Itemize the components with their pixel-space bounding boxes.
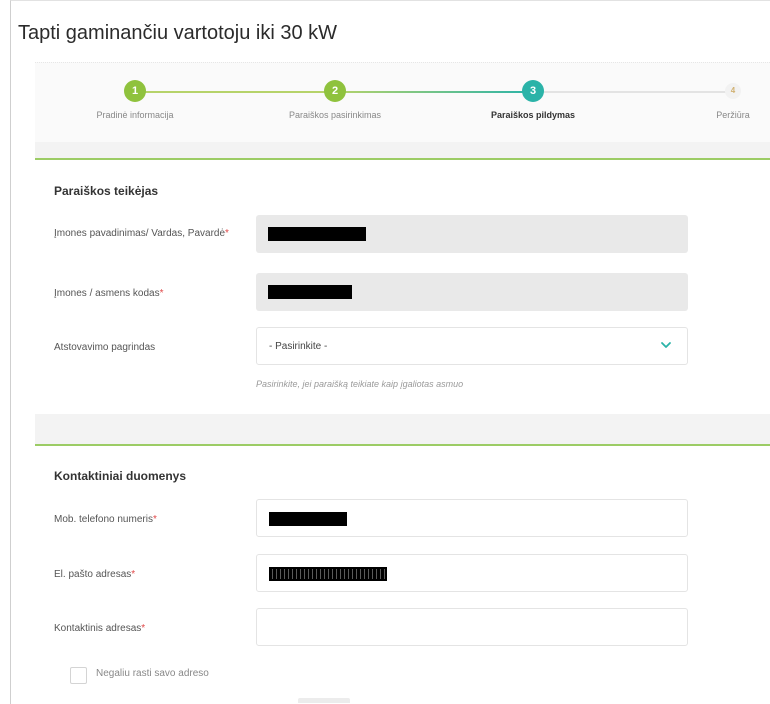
section-title-contacts: Kontaktiniai duomenys xyxy=(54,469,187,483)
step-3[interactable]: 3 Paraiškos pildymas xyxy=(468,80,598,120)
step-number: 1 xyxy=(124,80,146,102)
representation-label: Atstovavimo pagrindas xyxy=(54,342,156,353)
email-label: El. pašto adresas* xyxy=(54,569,136,580)
step-2[interactable]: 2 Paraiškos pasirinkimas xyxy=(270,80,400,120)
redaction-block xyxy=(268,285,352,299)
step-label: Pradinė informacija xyxy=(96,110,174,120)
required-mark: * xyxy=(141,623,146,634)
page-title: Tapti gaminančiu vartotoju iki 30 kW xyxy=(18,22,338,44)
step-label: Paraiškos pildymas xyxy=(490,110,576,120)
section-divider xyxy=(35,414,770,444)
section-title-applicant: Paraiškos teikėjas xyxy=(54,184,159,198)
required-mark: * xyxy=(152,514,157,525)
address-label: Kontaktinis adresas* xyxy=(54,623,146,634)
step-number: 2 xyxy=(324,80,346,102)
step-1[interactable]: 1 Pradinė informacija xyxy=(70,80,200,120)
required-mark: * xyxy=(131,569,136,580)
redaction-block xyxy=(269,512,347,526)
progress-stepper: 1 Pradinė informacija 2 Paraiškos pasiri… xyxy=(35,62,770,143)
section-accent-rule xyxy=(35,444,770,446)
redaction-block xyxy=(269,567,387,581)
required-mark: * xyxy=(225,228,229,239)
company-code-label: Įmones / asmens kodas* xyxy=(54,288,164,299)
step-4: 4 Peržiūra xyxy=(668,80,770,120)
redaction-block xyxy=(268,227,366,241)
step-label: Paraiškos pasirinkimas xyxy=(288,110,382,120)
representation-select-value: - Pasirinkite - xyxy=(269,341,328,352)
company-name-label: Įmones pavadinimas/ Vardas, Pavardė* xyxy=(54,228,229,239)
company-name-field[interactable] xyxy=(256,215,688,253)
phone-field[interactable] xyxy=(256,499,688,537)
representation-hint: Pasirinkite, jei paraišką teikiate kaip … xyxy=(256,379,464,389)
cannot-find-address-label[interactable]: Negaliu rasti savo adreso xyxy=(96,668,209,679)
step-number: 3 xyxy=(522,80,544,102)
section-divider xyxy=(35,142,770,158)
phone-label: Mob. telefono numeris* xyxy=(54,514,157,525)
email-field[interactable] xyxy=(256,554,688,592)
cannot-find-address-checkbox[interactable] xyxy=(70,667,87,684)
section-accent-rule xyxy=(35,158,770,160)
address-field[interactable] xyxy=(256,608,688,646)
required-mark: * xyxy=(159,288,164,299)
next-button-edge[interactable] xyxy=(298,698,350,703)
company-code-field[interactable] xyxy=(256,273,688,311)
representation-select[interactable]: - Pasirinkite - xyxy=(256,327,688,365)
step-label: Peržiūra xyxy=(716,110,750,120)
step-number: 4 xyxy=(725,83,741,99)
chevron-down-icon xyxy=(661,342,671,348)
